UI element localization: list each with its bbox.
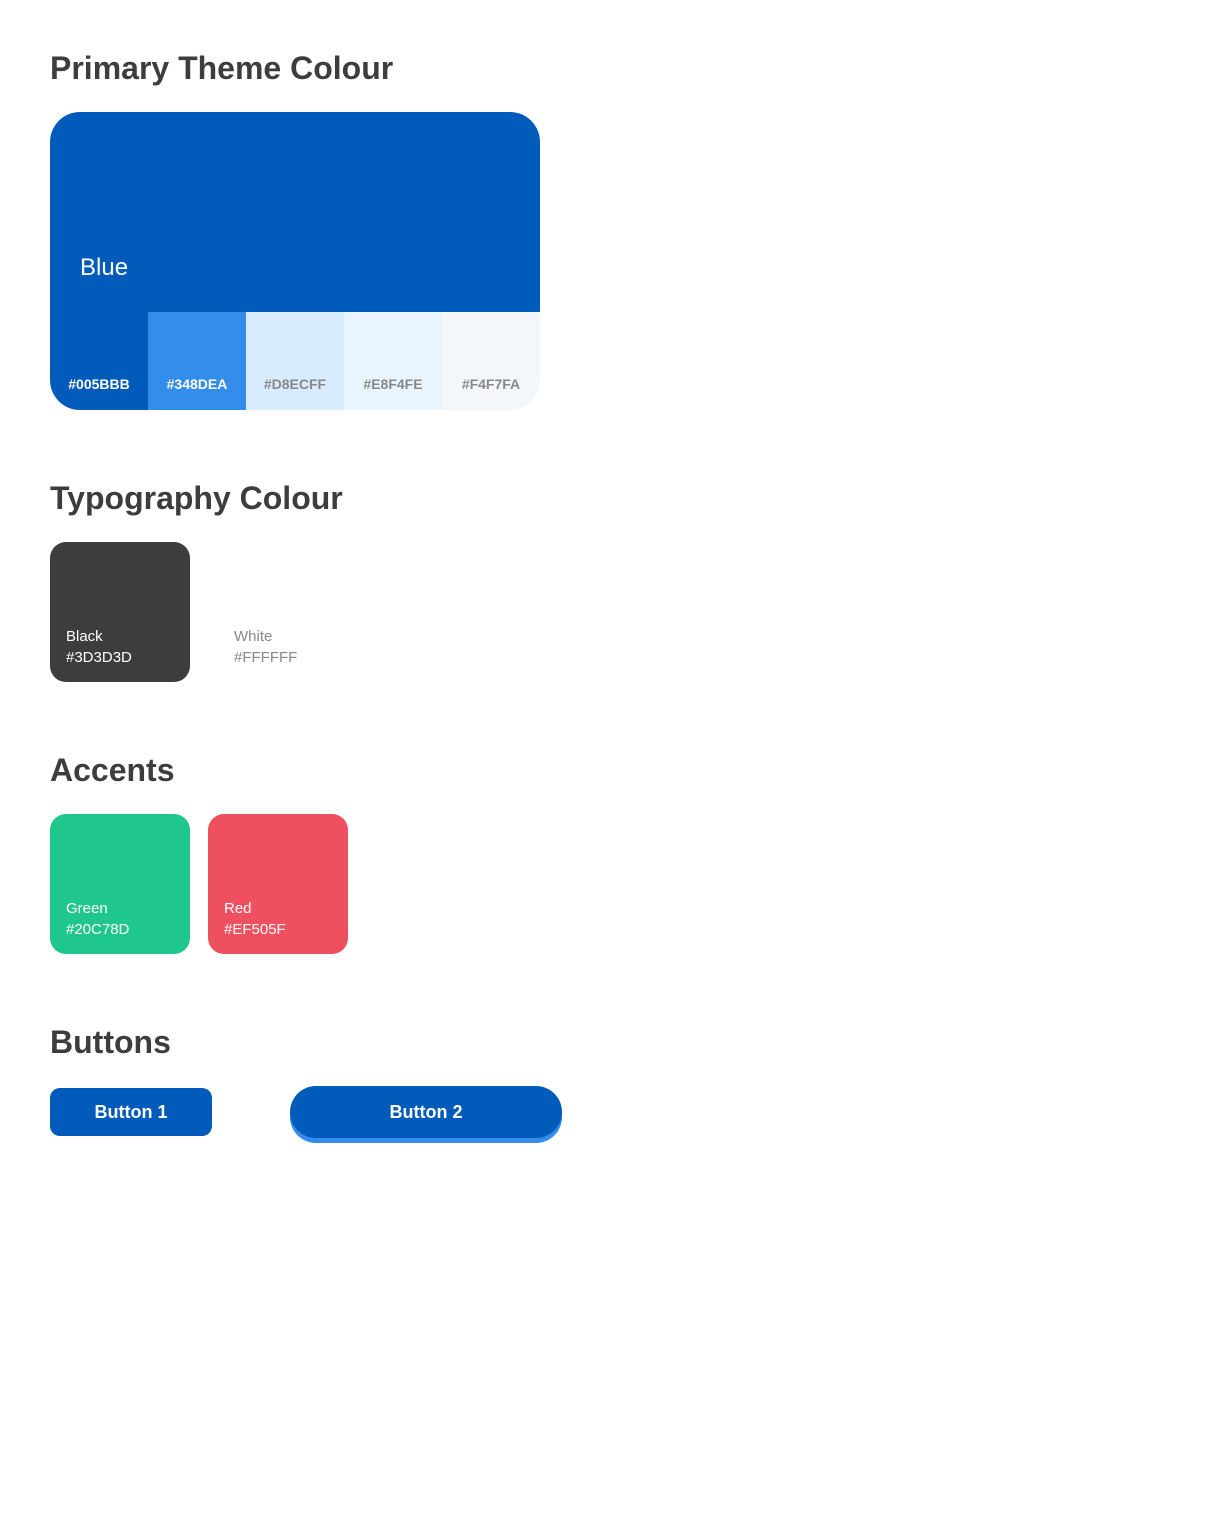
primary-main-swatch: Blue <box>50 112 540 312</box>
typography-title: Typography Colour <box>50 480 1156 517</box>
accents-row: Green #20C78D Red #EF505F <box>50 814 1156 954</box>
swatch-name: White <box>234 628 342 645</box>
swatch-name: Red <box>224 900 332 917</box>
buttons-section: Buttons Button 1 Button 2 <box>50 1024 1156 1138</box>
primary-color-name: Blue <box>80 254 128 282</box>
swatch-name: Black <box>66 628 174 645</box>
shade-hex: #348DEA <box>167 376 228 392</box>
swatch-hex: #EF505F <box>224 921 332 938</box>
shade-hex: #005BBB <box>68 376 129 392</box>
swatch-red: Red #EF505F <box>208 814 348 954</box>
typography-row: Black #3D3D3D White #FFFFFF <box>50 542 1156 682</box>
shade-hex: #E8F4FE <box>363 376 422 392</box>
primary-shades: #005BBB #348DEA #D8ECFF #E8F4FE #F4F7FA <box>50 312 540 410</box>
shade-hex: #F4F7FA <box>462 376 520 392</box>
shade-swatch: #005BBB <box>50 312 148 410</box>
shade-swatch: #F4F7FA <box>442 312 540 410</box>
swatch-hex: #3D3D3D <box>66 649 174 666</box>
shade-swatch: #E8F4FE <box>344 312 442 410</box>
swatch-black: Black #3D3D3D <box>50 542 190 682</box>
primary-block: Blue #005BBB #348DEA #D8ECFF #E8F4FE #F4… <box>50 112 540 410</box>
button-1[interactable]: Button 1 <box>50 1088 212 1136</box>
accents-section: Accents Green #20C78D Red #EF505F <box>50 752 1156 954</box>
primary-title: Primary Theme Colour <box>50 50 1156 87</box>
swatch-green: Green #20C78D <box>50 814 190 954</box>
shade-swatch: #D8ECFF <box>246 312 344 410</box>
swatch-hex: #FFFFFF <box>234 649 342 666</box>
swatch-name: Green <box>66 900 174 917</box>
button-2[interactable]: Button 2 <box>290 1086 562 1138</box>
buttons-title: Buttons <box>50 1024 1156 1061</box>
swatch-white: White #FFFFFF <box>218 542 358 682</box>
typography-section: Typography Colour Black #3D3D3D White #F… <box>50 480 1156 682</box>
accents-title: Accents <box>50 752 1156 789</box>
shade-hex: #D8ECFF <box>264 376 326 392</box>
primary-section: Primary Theme Colour Blue #005BBB #348DE… <box>50 50 1156 410</box>
buttons-row: Button 1 Button 2 <box>50 1086 1156 1138</box>
swatch-hex: #20C78D <box>66 921 174 938</box>
shade-swatch: #348DEA <box>148 312 246 410</box>
